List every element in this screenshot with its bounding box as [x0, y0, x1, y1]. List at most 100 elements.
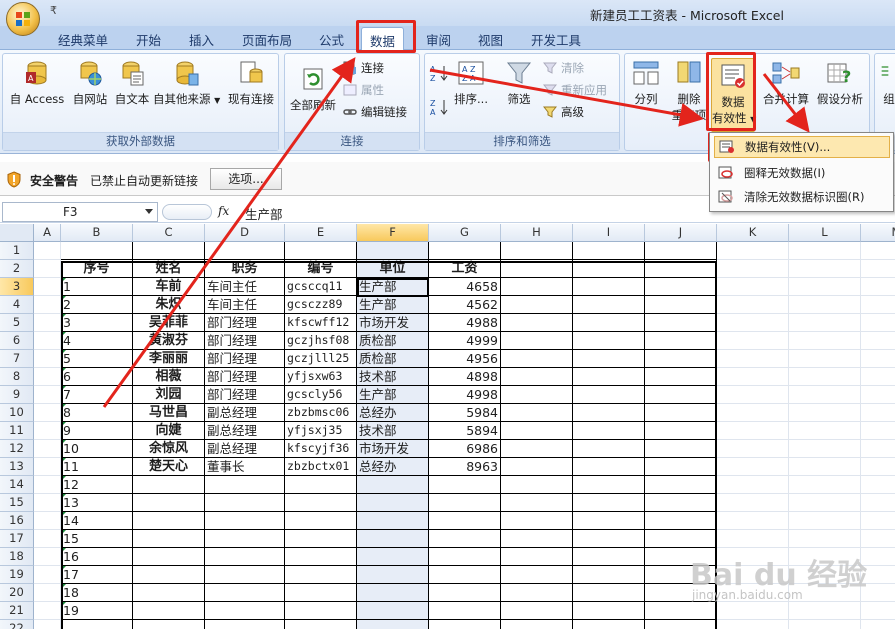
cell-a14[interactable] — [34, 476, 61, 494]
cell-f4[interactable]: 生产部 — [357, 296, 429, 314]
cell-f16[interactable] — [357, 512, 429, 530]
cell-f20[interactable] — [357, 584, 429, 602]
cell-i18[interactable] — [573, 548, 645, 566]
row-header-9[interactable]: 9 — [0, 386, 34, 404]
cell-e22[interactable] — [285, 620, 357, 629]
cell-h2[interactable] — [501, 260, 573, 278]
row-header-14[interactable]: 14 — [0, 476, 34, 494]
cell-f8[interactable]: 技术部 — [357, 368, 429, 386]
menu-item-clear-circles[interactable]: 清除无效数据标识圈(R) — [714, 186, 890, 208]
cell-j2[interactable] — [645, 260, 717, 278]
cell-i5[interactable] — [573, 314, 645, 332]
cell-i21[interactable] — [573, 602, 645, 620]
cell-k5[interactable] — [717, 314, 789, 332]
cell-m15[interactable] — [861, 494, 895, 512]
row-header-11[interactable]: 11 — [0, 422, 34, 440]
cell-f9[interactable]: 生产部 — [357, 386, 429, 404]
column-header-e[interactable]: E — [285, 224, 357, 242]
cell-j7[interactable] — [645, 350, 717, 368]
cell-h19[interactable] — [501, 566, 573, 584]
cell-j4[interactable] — [645, 296, 717, 314]
cell-c19[interactable] — [133, 566, 205, 584]
cell-b22[interactable] — [61, 620, 133, 629]
consolidate-button[interactable]: 合并计算 — [761, 58, 811, 107]
cell-d6[interactable]: 部门经理 — [205, 332, 285, 350]
cell-m6[interactable] — [861, 332, 895, 350]
column-header-b[interactable]: B — [61, 224, 133, 242]
cell-j11[interactable] — [645, 422, 717, 440]
cell-d9[interactable]: 部门经理 — [205, 386, 285, 404]
cell-m2[interactable] — [861, 260, 895, 278]
cell-f5[interactable]: 市场开发 — [357, 314, 429, 332]
cell-e7[interactable]: gczjlll25 — [285, 350, 357, 368]
cell-i9[interactable] — [573, 386, 645, 404]
cell-h21[interactable] — [501, 602, 573, 620]
cell-c5[interactable]: 吴菲菲 — [133, 314, 205, 332]
cell-f17[interactable] — [357, 530, 429, 548]
cell-c6[interactable]: 黄淑芬 — [133, 332, 205, 350]
cell-m1[interactable] — [861, 242, 895, 260]
cell-k11[interactable] — [717, 422, 789, 440]
cell-e16[interactable] — [285, 512, 357, 530]
cell-c13[interactable]: 楚天心 — [133, 458, 205, 476]
cell-a12[interactable] — [34, 440, 61, 458]
cell-k3[interactable] — [717, 278, 789, 296]
cell-m21[interactable] — [861, 602, 895, 620]
cell-b15[interactable]: 13 — [61, 494, 133, 512]
cell-h22[interactable] — [501, 620, 573, 629]
cell-h11[interactable] — [501, 422, 573, 440]
reapply-button[interactable]: 重新应用 — [543, 82, 607, 98]
row-header-2[interactable]: 2 — [0, 260, 34, 278]
advanced-filter-button[interactable]: 高级 — [543, 104, 584, 120]
row-header-13[interactable]: 13 — [0, 458, 34, 476]
cell-i2[interactable] — [573, 260, 645, 278]
cell-e19[interactable] — [285, 566, 357, 584]
cell-i6[interactable] — [573, 332, 645, 350]
cell-i10[interactable] — [573, 404, 645, 422]
cell-l10[interactable] — [789, 404, 861, 422]
cell-e13[interactable]: zbzbctx01 — [285, 458, 357, 476]
data-validation-button[interactable]: 数据 有效性 ▼ — [711, 58, 756, 132]
cell-h15[interactable] — [501, 494, 573, 512]
cell-a6[interactable] — [34, 332, 61, 350]
cell-k9[interactable] — [717, 386, 789, 404]
cell-d8[interactable]: 部门经理 — [205, 368, 285, 386]
cell-c2[interactable]: 姓名 — [133, 260, 205, 278]
refresh-all-button[interactable]: 全部刷新 — [288, 64, 338, 113]
cell-c4[interactable]: 朱炽 — [133, 296, 205, 314]
cell-l16[interactable] — [789, 512, 861, 530]
cell-f15[interactable] — [357, 494, 429, 512]
cell-g19[interactable] — [429, 566, 501, 584]
cell-a11[interactable] — [34, 422, 61, 440]
cell-e17[interactable] — [285, 530, 357, 548]
cell-g2[interactable]: 工资 — [429, 260, 501, 278]
cell-a16[interactable] — [34, 512, 61, 530]
cell-i16[interactable] — [573, 512, 645, 530]
cell-g6[interactable]: 4999 — [429, 332, 501, 350]
cell-m22[interactable] — [861, 620, 895, 629]
cell-i15[interactable] — [573, 494, 645, 512]
cell-a3[interactable] — [34, 278, 61, 296]
cell-k21[interactable] — [717, 602, 789, 620]
column-header-i[interactable]: I — [573, 224, 645, 242]
cell-j14[interactable] — [645, 476, 717, 494]
cell-d16[interactable] — [205, 512, 285, 530]
cell-h5[interactable] — [501, 314, 573, 332]
cell-l11[interactable] — [789, 422, 861, 440]
cell-d11[interactable]: 副总经理 — [205, 422, 285, 440]
cell-b18[interactable]: 16 — [61, 548, 133, 566]
cell-e20[interactable] — [285, 584, 357, 602]
cell-k6[interactable] — [717, 332, 789, 350]
cell-e21[interactable] — [285, 602, 357, 620]
row-header-6[interactable]: 6 — [0, 332, 34, 350]
cell-b13[interactable]: 11 — [61, 458, 133, 476]
cell-h8[interactable] — [501, 368, 573, 386]
cell-j13[interactable] — [645, 458, 717, 476]
cell-e3[interactable]: gcsccq11 — [285, 278, 357, 296]
cell-h13[interactable] — [501, 458, 573, 476]
sort-ascending-button[interactable]: AZ — [429, 64, 451, 82]
cell-a13[interactable] — [34, 458, 61, 476]
cell-b1[interactable] — [61, 242, 133, 260]
cell-h12[interactable] — [501, 440, 573, 458]
cell-b16[interactable]: 14 — [61, 512, 133, 530]
